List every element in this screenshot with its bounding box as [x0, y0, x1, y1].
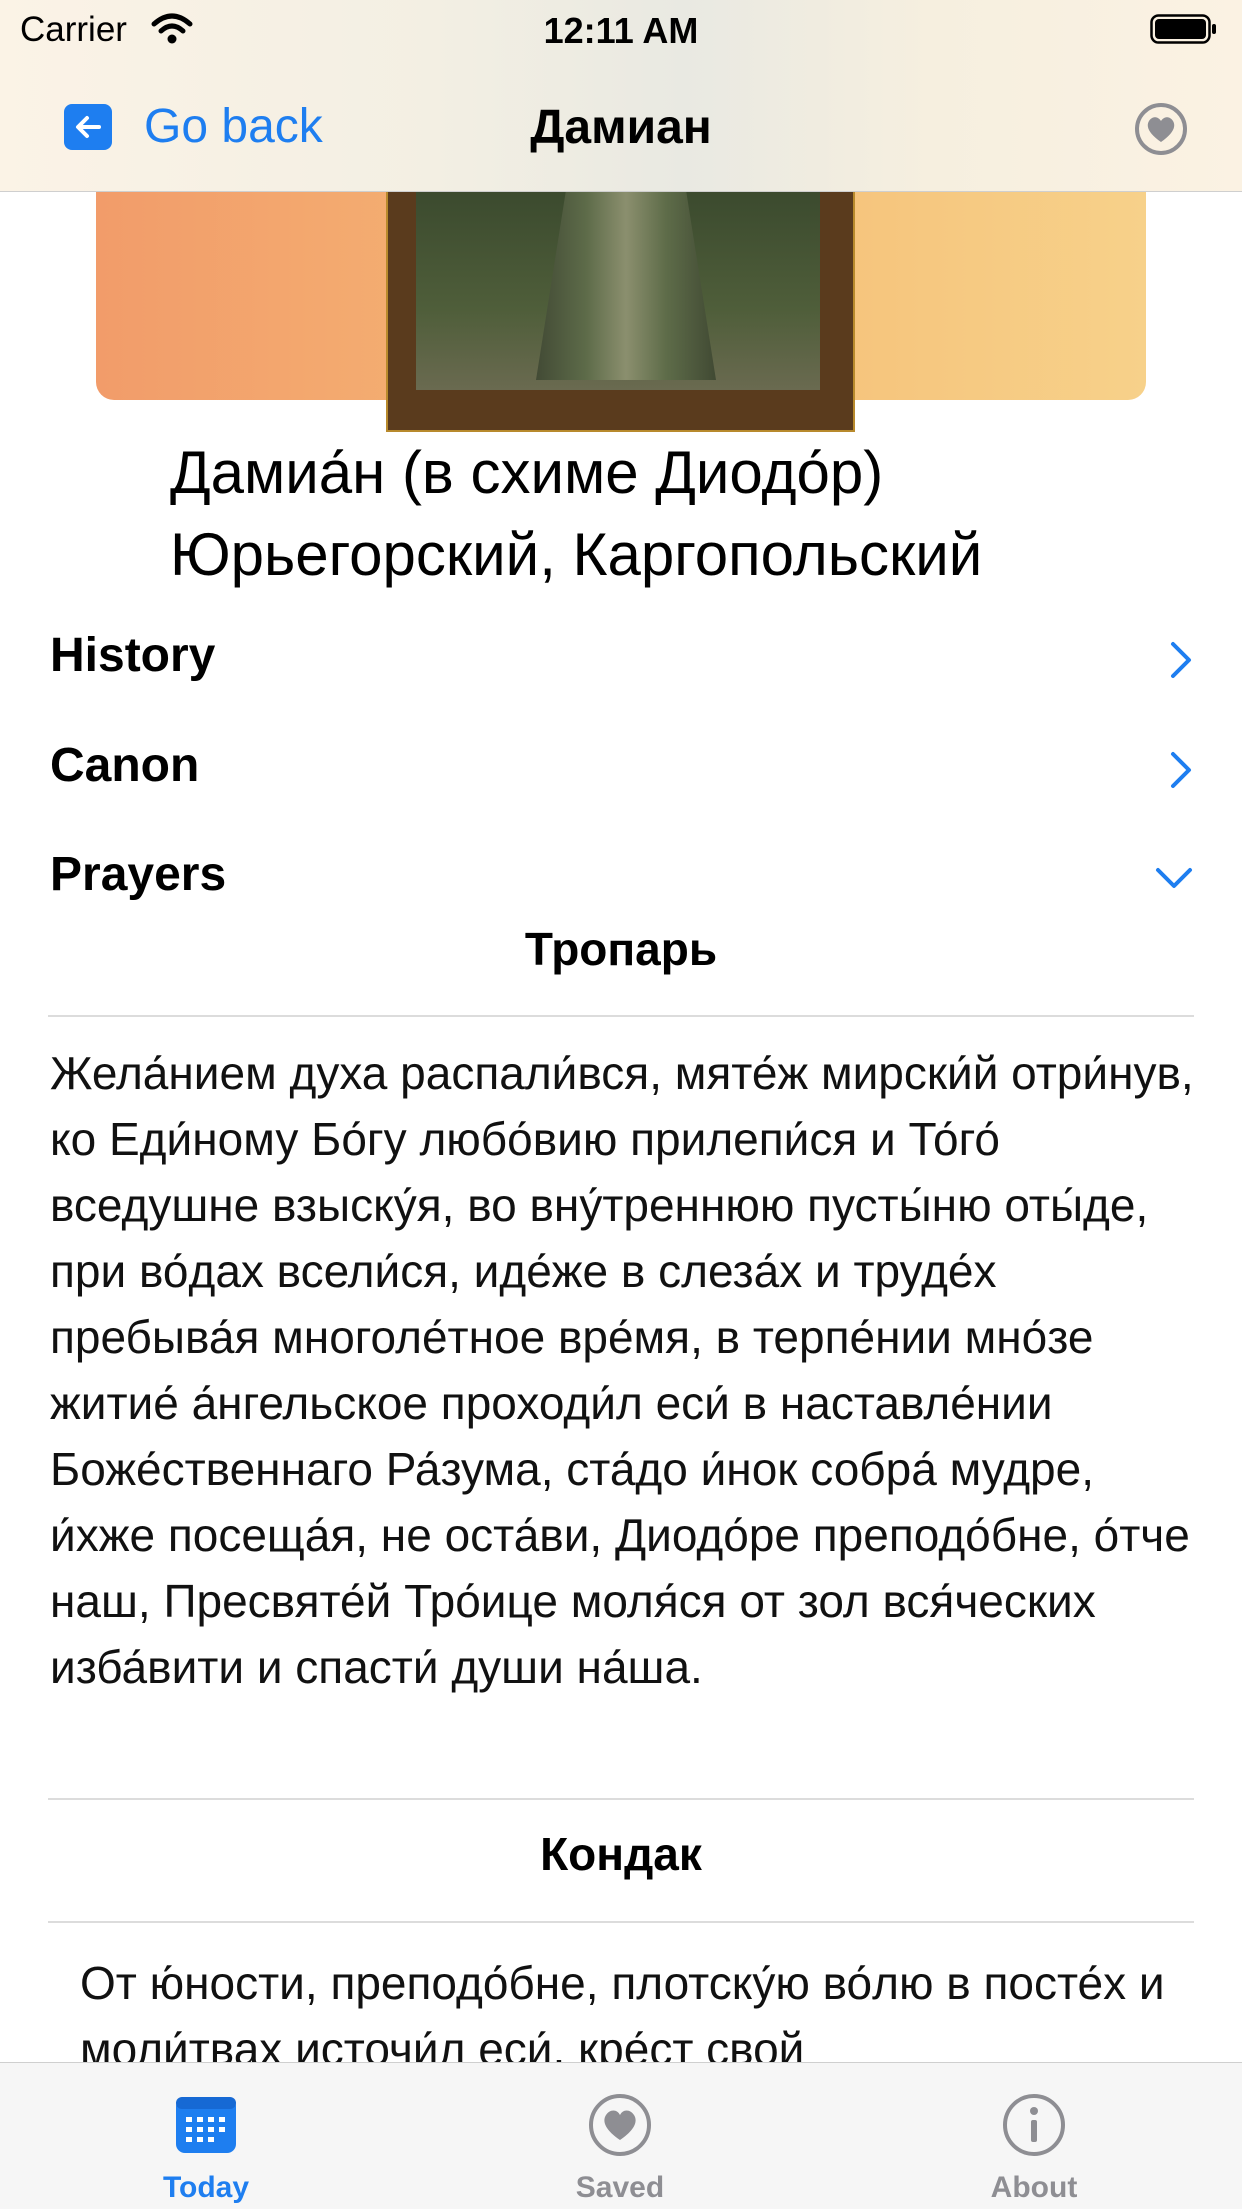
saint-icon-image [386, 190, 855, 432]
saint-name-line2: Юрьегорский, Каргопольский [170, 521, 983, 588]
tab-today-label: Today [162, 2171, 250, 2204]
troparion-text: Жела́нием духа распали́вся, мяте́ж мирск… [50, 1047, 1194, 1693]
tab-saved-label: Saved [575, 2171, 665, 2204]
tab-bar: Today Saved About [0, 2062, 1242, 2209]
row-canon-label: Canon [50, 739, 200, 792]
chevron-right-icon [1168, 750, 1194, 795]
row-prayers-label: Prayers [50, 848, 227, 901]
heart-icon [588, 2093, 652, 2157]
troparion-title: Тропарь [524, 923, 718, 975]
row-canon[interactable]: Canon [50, 730, 1194, 810]
status-bar: Carrier 12:11 AM [0, 0, 1242, 60]
divider [48, 1015, 1194, 1017]
info-icon [1002, 2093, 1066, 2157]
row-history-label: History [50, 629, 216, 682]
divider [48, 1921, 1194, 1923]
chevron-right-icon [1168, 640, 1194, 685]
clock: 12:11 AM [543, 10, 699, 51]
saint-name: Дамиа́н (в схиме Диодо́р) Юрьегорский, К… [170, 432, 1170, 596]
divider [48, 1798, 1194, 1800]
kontakion-title: Кондак [540, 1828, 702, 1880]
calendar-icon [174, 2093, 238, 2157]
kontakion-text: От ю́ности, преподо́бне, плотску́ю во́лю… [80, 1957, 1165, 2062]
tab-about-label: About [990, 2171, 1078, 2204]
chevron-down-icon [1154, 865, 1194, 896]
saint-name-line1: Дамиа́н (в схиме Диодо́р) [170, 439, 884, 506]
tab-about[interactable]: About [934, 2063, 1134, 2209]
tab-saved[interactable]: Saved [520, 2063, 720, 2209]
header: Carrier 12:11 AM Go back Дамиан [0, 0, 1242, 192]
heart-circle-icon[interactable] [1134, 102, 1188, 156]
scroll-content[interactable]: Дамиа́н (в схиме Диодо́р) Юрьегорский, К… [0, 0, 1242, 2062]
page-title: Дамиан [530, 101, 712, 154]
navigation-bar: Go back Дамиан [0, 92, 1242, 162]
tab-today[interactable]: Today [106, 2063, 306, 2209]
row-prayers[interactable]: Prayers [50, 839, 1194, 919]
row-history[interactable]: History [50, 620, 1194, 700]
battery-icon [1150, 14, 1218, 44]
